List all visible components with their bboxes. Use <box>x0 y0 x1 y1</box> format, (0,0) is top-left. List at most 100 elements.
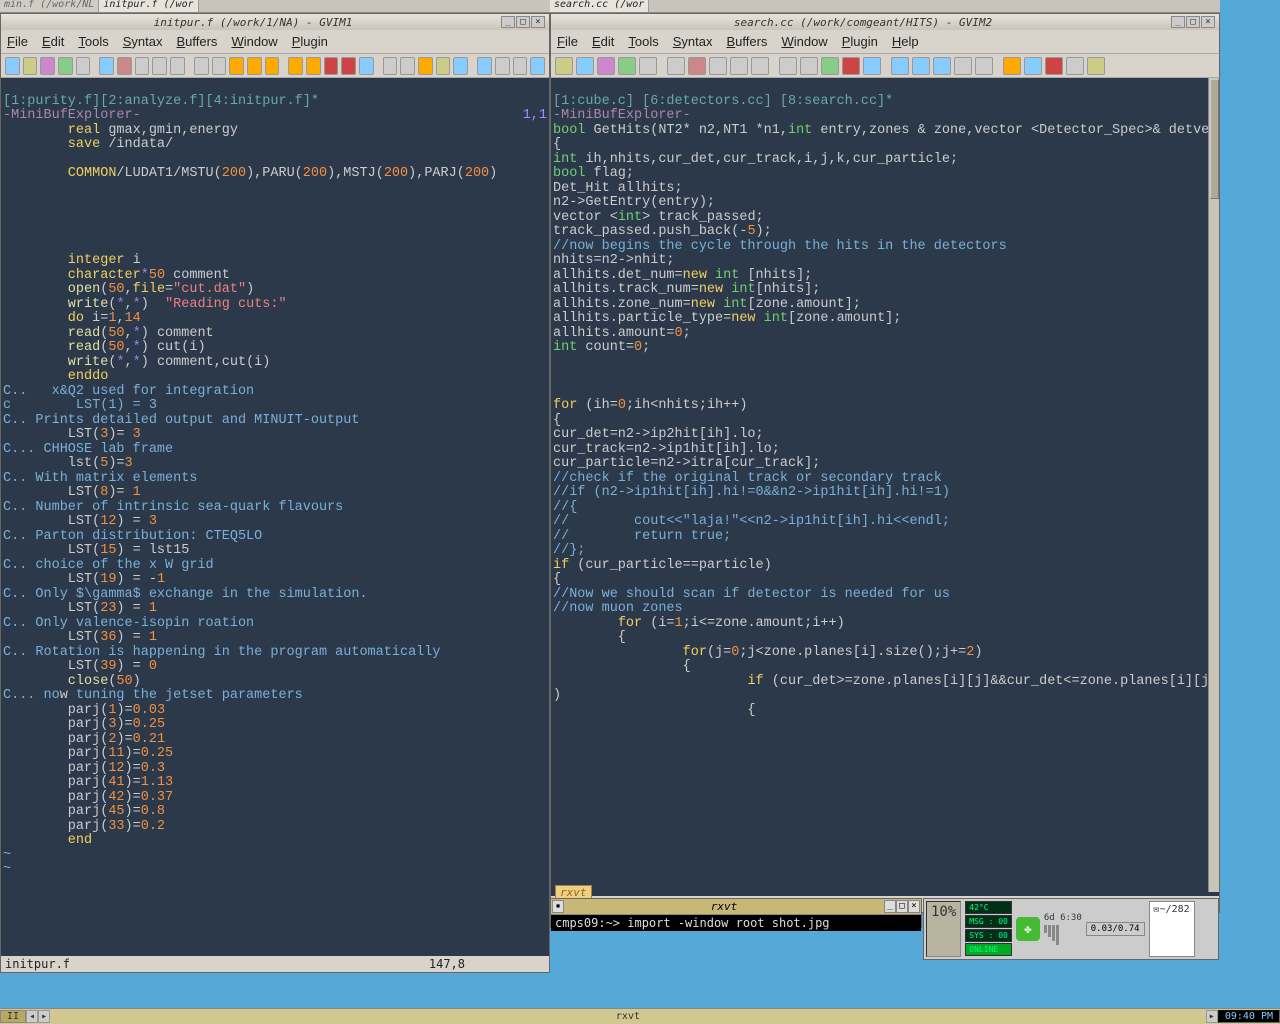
toolbar-icon[interactable] <box>152 57 167 75</box>
toolbar-icon[interactable] <box>383 57 398 75</box>
rxvt-terminal[interactable]: cmps09:~> import -window root shot.jpg <box>551 915 921 931</box>
toolbar-icon[interactable] <box>779 57 797 75</box>
scroll-thumb[interactable] <box>1210 79 1219 199</box>
toolbar-icon[interactable] <box>247 57 262 75</box>
tab-search[interactable]: search.cc (/wor <box>550 0 649 12</box>
toolbar-icon[interactable] <box>170 57 185 75</box>
next-workspace-icon[interactable]: ▸ <box>38 1010 50 1023</box>
toolbar-icon[interactable] <box>324 57 339 75</box>
window-titlebar-1[interactable]: initpur.f (/work/1/NA) - GVIM1 _ □ × <box>1 14 549 30</box>
toolbar-icon[interactable] <box>400 57 415 75</box>
editor-1[interactable]: [1:purity.f][2:analyze.f][4:initpur.f]* … <box>1 78 549 956</box>
minimize-icon[interactable]: _ <box>1171 16 1185 28</box>
window-titlebar-2[interactable]: search.cc (/work/comgeant/HITS) - GVIM2 … <box>551 14 1219 30</box>
editor-2[interactable]: [1:cube.c] [6:detectors.cc] [8:search.cc… <box>551 78 1219 896</box>
menu-edit[interactable]: Edit <box>42 34 64 49</box>
toolbar-icon[interactable] <box>23 57 38 75</box>
toolbar-icon[interactable] <box>58 57 73 75</box>
taskbar-task[interactable]: rxvt <box>50 1011 1206 1022</box>
maximize-icon[interactable]: □ <box>1186 16 1200 28</box>
toolbar-icon[interactable] <box>597 57 615 75</box>
scrollbar-2[interactable] <box>1208 78 1219 892</box>
menu-file[interactable]: File <box>557 34 578 49</box>
toolbar-icon[interactable] <box>555 57 573 75</box>
menu-help[interactable]: Help <box>892 34 919 49</box>
toolbar-icon[interactable] <box>194 57 209 75</box>
toolbar-icon[interactable] <box>618 57 636 75</box>
maximize-icon[interactable]: □ <box>516 16 530 28</box>
toolbar-icon[interactable] <box>76 57 91 75</box>
toolbar-icon[interactable] <box>639 57 657 75</box>
menu-edit[interactable]: Edit <box>592 34 614 49</box>
toolbar-icon[interactable] <box>975 57 993 75</box>
menu-window[interactable]: Window <box>231 34 277 49</box>
toolbar-icon[interactable] <box>821 57 839 75</box>
toolbar-icon[interactable] <box>530 57 545 75</box>
toolbar-icon[interactable] <box>1066 57 1084 75</box>
menu-buffers[interactable]: Buffers <box>726 34 767 49</box>
rxvt-titlebar[interactable]: ▪rxvt_□× <box>551 899 921 915</box>
toolbar-icon[interactable] <box>495 57 510 75</box>
toolbar-icon[interactable] <box>842 57 860 75</box>
toolbar-icon[interactable] <box>1024 57 1042 75</box>
toolbar-icon[interactable] <box>751 57 769 75</box>
toolbar-icon[interactable] <box>117 57 132 75</box>
toolbar-icon[interactable] <box>1087 57 1105 75</box>
buffer-list-2[interactable]: [1:cube.c] [6:detectors.cc] [8:search.cc… <box>553 94 893 109</box>
close-icon[interactable]: × <box>531 16 545 28</box>
buffer-list-1[interactable]: [1:purity.f][2:analyze.f][4:initpur.f]* <box>3 94 319 109</box>
menu-file[interactable]: File <box>7 34 28 49</box>
toolbar-icon[interactable] <box>513 57 528 75</box>
tab-initpur[interactable]: initpur.f (/wor <box>99 0 198 12</box>
toolbar-icon[interactable] <box>1045 57 1063 75</box>
toolbar-icon[interactable] <box>306 57 321 75</box>
toolbar-icon[interactable] <box>933 57 951 75</box>
menu-tools[interactable]: Tools <box>628 34 658 49</box>
toolbar-icon[interactable] <box>436 57 451 75</box>
menu-window[interactable]: Window <box>781 34 827 49</box>
toolbar-icon[interactable] <box>229 57 244 75</box>
toolbar-icon[interactable] <box>135 57 150 75</box>
close-icon[interactable]: × <box>908 900 920 913</box>
menu-plugin[interactable]: Plugin <box>292 34 328 49</box>
toolbar-icon[interactable] <box>99 57 114 75</box>
tab-minf[interactable]: min.f (/work/NL <box>0 0 99 12</box>
toolbar-icon[interactable] <box>912 57 930 75</box>
toolbar-icon[interactable] <box>667 57 685 75</box>
maximize-icon[interactable]: □ <box>896 900 908 913</box>
prev-workspace-icon[interactable]: ◂ <box>26 1010 38 1023</box>
toolbar-icon[interactable] <box>359 57 374 75</box>
toolbar-icon[interactable] <box>212 57 227 75</box>
minimize-icon[interactable]: _ <box>884 900 896 913</box>
toolbar-icon[interactable] <box>40 57 55 75</box>
toolbar-icon[interactable] <box>891 57 909 75</box>
clover-icon[interactable]: ✤ <box>1016 917 1040 941</box>
toolbar-icon[interactable] <box>5 57 20 75</box>
code-area-1[interactable]: real gmax,gmin,energy save /indata/ COMM… <box>3 124 547 878</box>
toolbar-icon[interactable] <box>418 57 433 75</box>
toolbar-icon[interactable] <box>688 57 706 75</box>
code-area-2[interactable]: bool GetHits(NT2* n2,NT1 *n1,int entry,z… <box>553 124 1217 719</box>
tray-arrow-icon[interactable]: ▸ <box>1206 1010 1218 1023</box>
minimize-icon[interactable]: _ <box>501 16 515 28</box>
toolbar-icon[interactable] <box>800 57 818 75</box>
toolbar-icon[interactable] <box>265 57 280 75</box>
toolbar-icon[interactable] <box>341 57 356 75</box>
menu-buffers[interactable]: Buffers <box>176 34 217 49</box>
toolbar-icon[interactable] <box>288 57 303 75</box>
mail-indicator[interactable]: ✉~/282 <box>1149 901 1195 957</box>
menu-syntax[interactable]: Syntax <box>673 34 713 49</box>
close-icon[interactable]: × <box>1201 16 1215 28</box>
toolbar-icon[interactable] <box>453 57 468 75</box>
toolbar-icon[interactable] <box>477 57 492 75</box>
toolbar-icon[interactable] <box>709 57 727 75</box>
menu-plugin[interactable]: Plugin <box>842 34 878 49</box>
menu-syntax[interactable]: Syntax <box>123 34 163 49</box>
menu-tools[interactable]: Tools <box>78 34 108 49</box>
workspace-indicator[interactable]: II <box>0 1010 26 1023</box>
toolbar-icon[interactable] <box>576 57 594 75</box>
pin-icon[interactable]: ▪ <box>552 900 564 913</box>
toolbar-icon[interactable] <box>1003 57 1021 75</box>
toolbar-icon[interactable] <box>954 57 972 75</box>
toolbar-icon[interactable] <box>730 57 748 75</box>
